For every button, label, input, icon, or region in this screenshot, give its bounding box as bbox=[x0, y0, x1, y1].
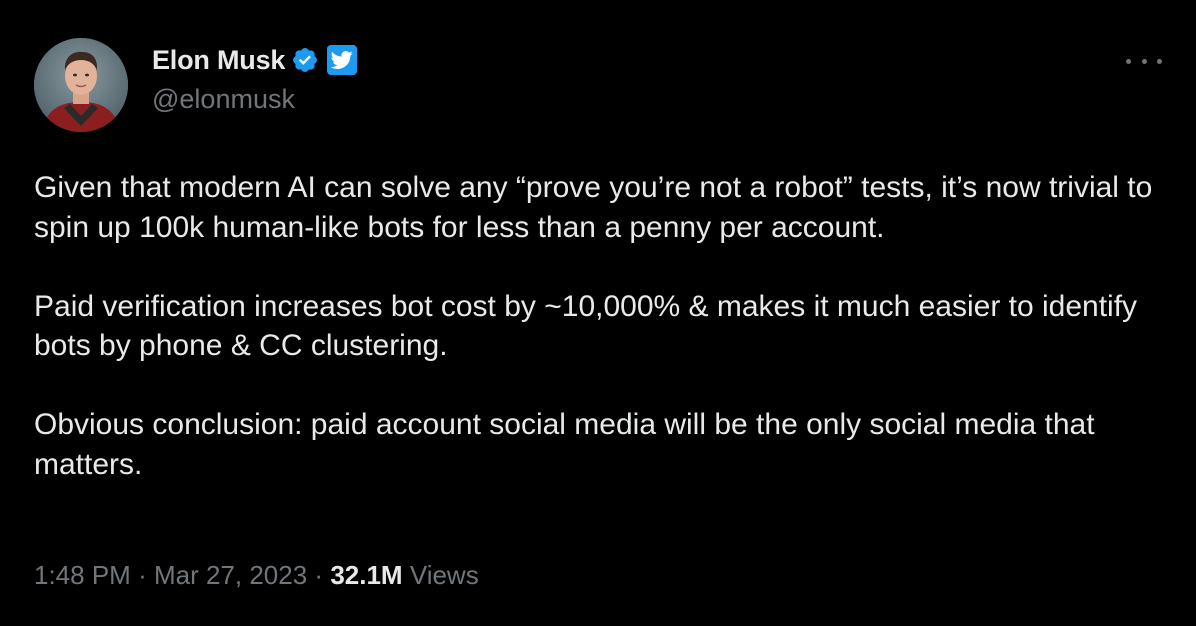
views-count[interactable]: 32.1M bbox=[330, 560, 402, 590]
tweet-card: Elon Musk @elonmusk Given that modern AI… bbox=[0, 0, 1196, 626]
handle[interactable]: @elonmusk bbox=[152, 84, 357, 115]
meta-separator: · bbox=[138, 560, 147, 590]
more-dot bbox=[1126, 58, 1131, 64]
tweet-meta: 1:48 PM · Mar 27, 2023 · 32.1M Views bbox=[34, 560, 479, 591]
verified-badge-icon[interactable] bbox=[291, 46, 319, 74]
views-label: Views bbox=[409, 560, 479, 590]
tweet-paragraph: Paid verification increases bot cost by … bbox=[34, 289, 1138, 363]
more-dot bbox=[1141, 58, 1147, 64]
display-name[interactable]: Elon Musk bbox=[152, 45, 285, 76]
avatar[interactable] bbox=[34, 38, 128, 132]
name-row: Elon Musk bbox=[152, 42, 358, 78]
author-block: Elon Musk @elonmusk bbox=[152, 42, 358, 115]
tweet-date[interactable]: Mar 27, 2023 bbox=[154, 560, 307, 590]
tweet-paragraph: Obvious conclusion: paid account social … bbox=[34, 408, 1095, 481]
tweet-paragraph: Given that modern AI can solve any “prov… bbox=[34, 171, 1153, 244]
more-dot bbox=[1157, 58, 1162, 64]
twitter-bird-icon bbox=[327, 45, 358, 75]
more-options-icon[interactable] bbox=[1126, 54, 1162, 68]
tweet-time[interactable]: 1:48 PM bbox=[34, 560, 131, 590]
avatar-image bbox=[34, 38, 128, 132]
tweet-text: Given that modern AI can solve any “prov… bbox=[34, 168, 1174, 484]
meta-separator: · bbox=[314, 560, 324, 590]
